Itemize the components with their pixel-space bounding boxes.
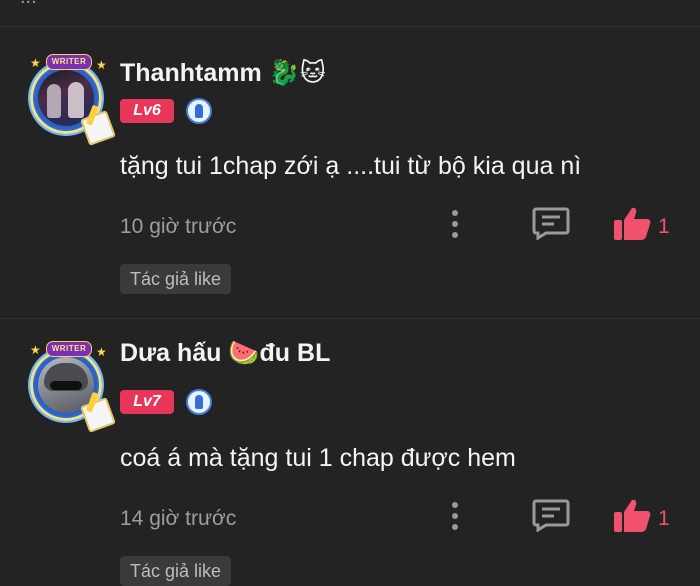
star-icon: ★ [96, 345, 107, 359]
comment-text: coá á mà tặng tui 1 chap được hem [120, 444, 516, 472]
comment-time: 10 giờ trước [120, 215, 237, 238]
star-icon: ★ [30, 343, 41, 357]
comment-item: WRITER ★ ★ Dưa hấu 🍉đu BL Lv7 coá á mà t… [0, 318, 700, 586]
username[interactable]: Dưa hấu 🍉đu BL [120, 339, 330, 368]
medal-icon [186, 98, 213, 124]
avatar[interactable]: WRITER ★ ★ [24, 341, 116, 433]
username[interactable]: Thanhtamm 🐉🐱 [120, 58, 326, 88]
reply-icon[interactable] [532, 498, 570, 532]
previous-comment-strip: ... [0, 0, 700, 27]
author-like-badge: Tác giả like [120, 264, 232, 294]
medal-icon [186, 389, 213, 415]
avatar[interactable]: WRITER ★ ★ [24, 54, 116, 146]
star-icon: ★ [96, 58, 107, 72]
previous-comment-text: ... [20, 0, 37, 9]
more-vertical-icon[interactable] [446, 208, 464, 242]
thumbs-up-icon[interactable] [612, 206, 652, 242]
writer-frame-label: WRITER [46, 341, 92, 357]
star-icon: ★ [30, 56, 41, 70]
comment-time: 14 giờ trước [120, 507, 237, 530]
level-badge: Lv7 [120, 390, 174, 414]
comment-text: tặng tui 1chap zới ạ ....tui từ bộ kia q… [120, 152, 582, 180]
like-count: 1 [658, 507, 670, 530]
level-badge: Lv6 [120, 99, 174, 123]
user-badges: Lv6 [120, 98, 213, 124]
like-count: 1 [658, 215, 670, 238]
writer-frame-label: WRITER [46, 54, 92, 70]
user-badges: Lv7 [120, 389, 213, 415]
thumbs-up-icon[interactable] [612, 498, 652, 534]
more-vertical-icon[interactable] [446, 500, 464, 534]
author-like-badge: Tác giả like [120, 556, 232, 586]
reply-icon[interactable] [532, 206, 570, 240]
